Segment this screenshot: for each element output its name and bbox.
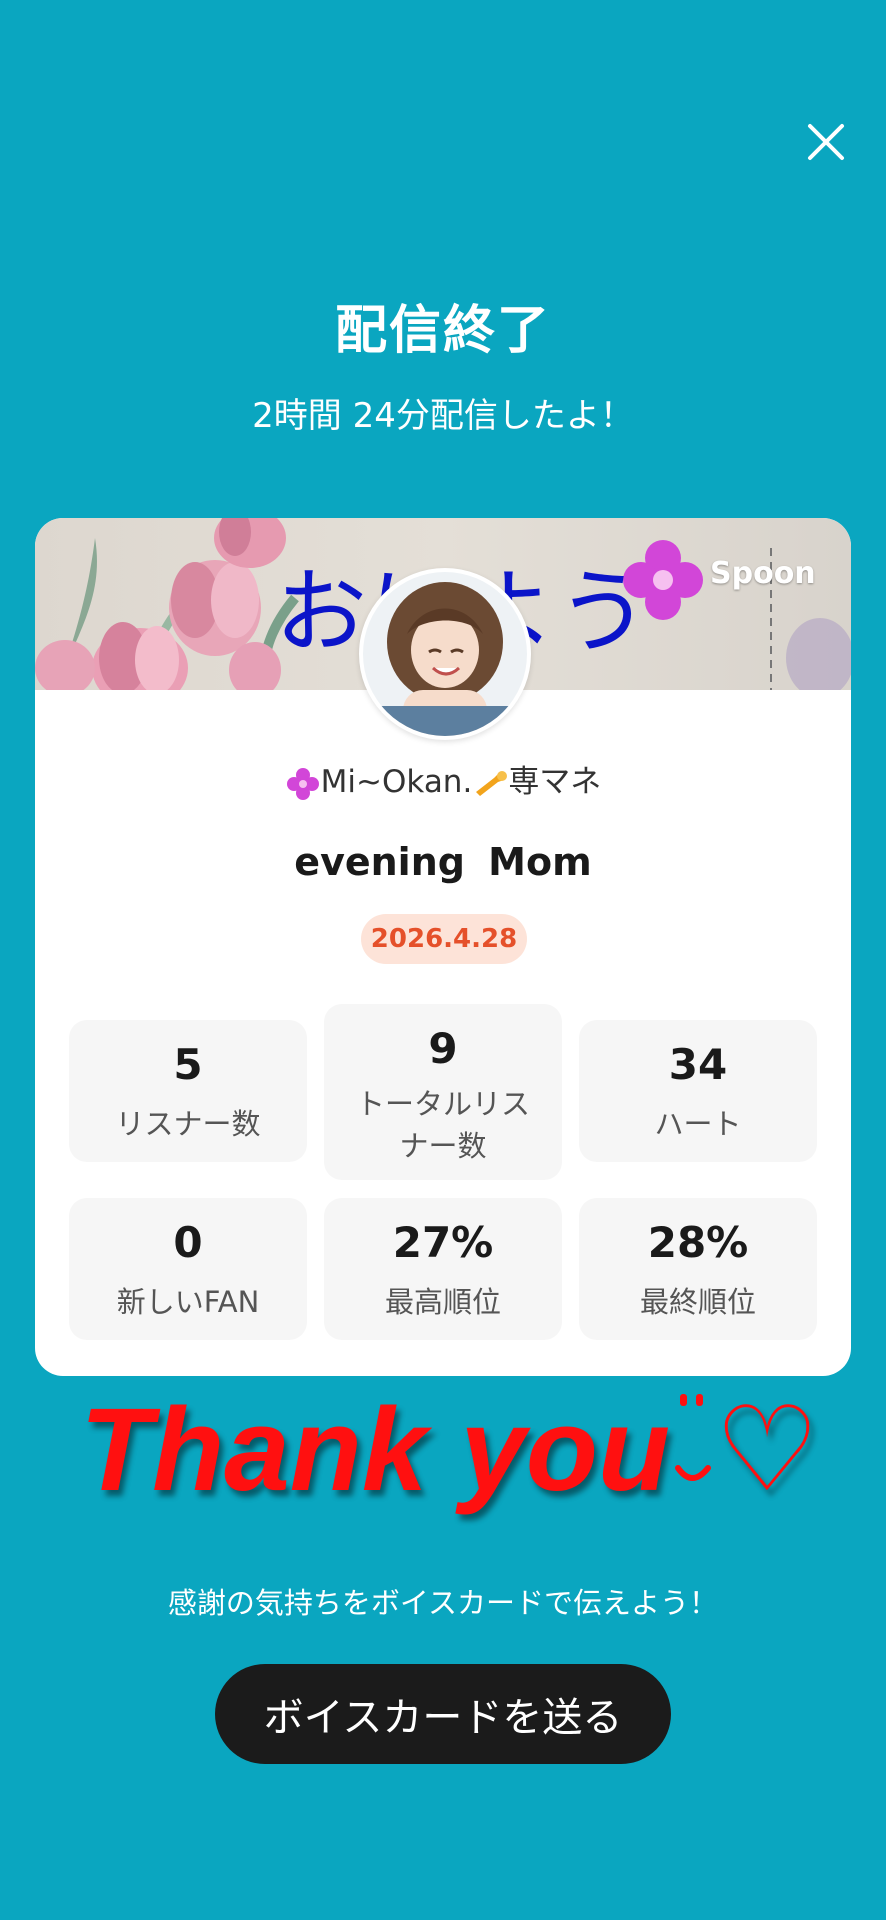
- stat-new-fans: 0 新しいFAN: [69, 1198, 307, 1340]
- smile-face-icon: [675, 1394, 712, 1481]
- stat-listeners: 5 リスナー数: [69, 1020, 307, 1162]
- stat-value: 27%: [392, 1218, 494, 1267]
- send-voice-card-button[interactable]: ボイスカードを送る: [215, 1664, 671, 1764]
- broadcaster-name-text: Mi~Okan.: [320, 764, 473, 800]
- spoon-logo: Spoon: [710, 556, 816, 591]
- close-button[interactable]: [802, 118, 850, 166]
- stat-value: 34: [668, 1040, 728, 1089]
- broadcast-duration: 2時間 24分配信したよ！: [252, 396, 634, 436]
- page-title: 配信終了: [334, 301, 551, 361]
- stat-value: 9: [428, 1024, 458, 1073]
- broadcaster-name: Mi~Okan. 専マネ: [35, 756, 851, 802]
- avatar-illustration: [363, 572, 527, 736]
- stat-label: 最終順位: [639, 1285, 756, 1319]
- stat-value: 5: [173, 1040, 203, 1089]
- thank-you-sticker: Thank you ♡: [80, 1380, 820, 1518]
- avatar: [359, 568, 531, 740]
- stat-hearts: 34 ハート: [579, 1020, 817, 1162]
- broadcaster-suffix: 専マネ: [508, 764, 602, 800]
- thank-you-text: Thank you: [80, 1384, 671, 1516]
- stat-final-rank: 28% 最終順位: [579, 1198, 817, 1340]
- stat-value: 28%: [647, 1218, 749, 1267]
- stat-label: 最高順位: [384, 1285, 501, 1319]
- voice-card-prompt: 感謝の気持ちをボイスカードで伝えよう！: [167, 1586, 719, 1620]
- stat-total-listeners: 9 トータルリスナー数: [324, 1004, 562, 1180]
- flower-icon: [286, 767, 319, 800]
- close-icon: [808, 124, 844, 160]
- stream-title: evening Mom: [294, 840, 592, 884]
- stat-label: トータルリスナー数: [355, 1087, 530, 1163]
- stat-value: 0: [173, 1218, 203, 1267]
- summary-card: おはよう Spoon Mi~Okan. 専マネ evening Mom 2026…: [35, 518, 851, 1376]
- stat-label: リスナー数: [115, 1107, 261, 1141]
- stat-label: ハート: [654, 1107, 742, 1141]
- heart-icon: ♡: [714, 1384, 820, 1516]
- date-badge: 2026.4.28: [361, 914, 527, 964]
- stat-highest-rank: 27% 最高順位: [324, 1198, 562, 1340]
- stat-label: 新しいFAN: [116, 1285, 260, 1319]
- trumpet-icon: [476, 770, 508, 796]
